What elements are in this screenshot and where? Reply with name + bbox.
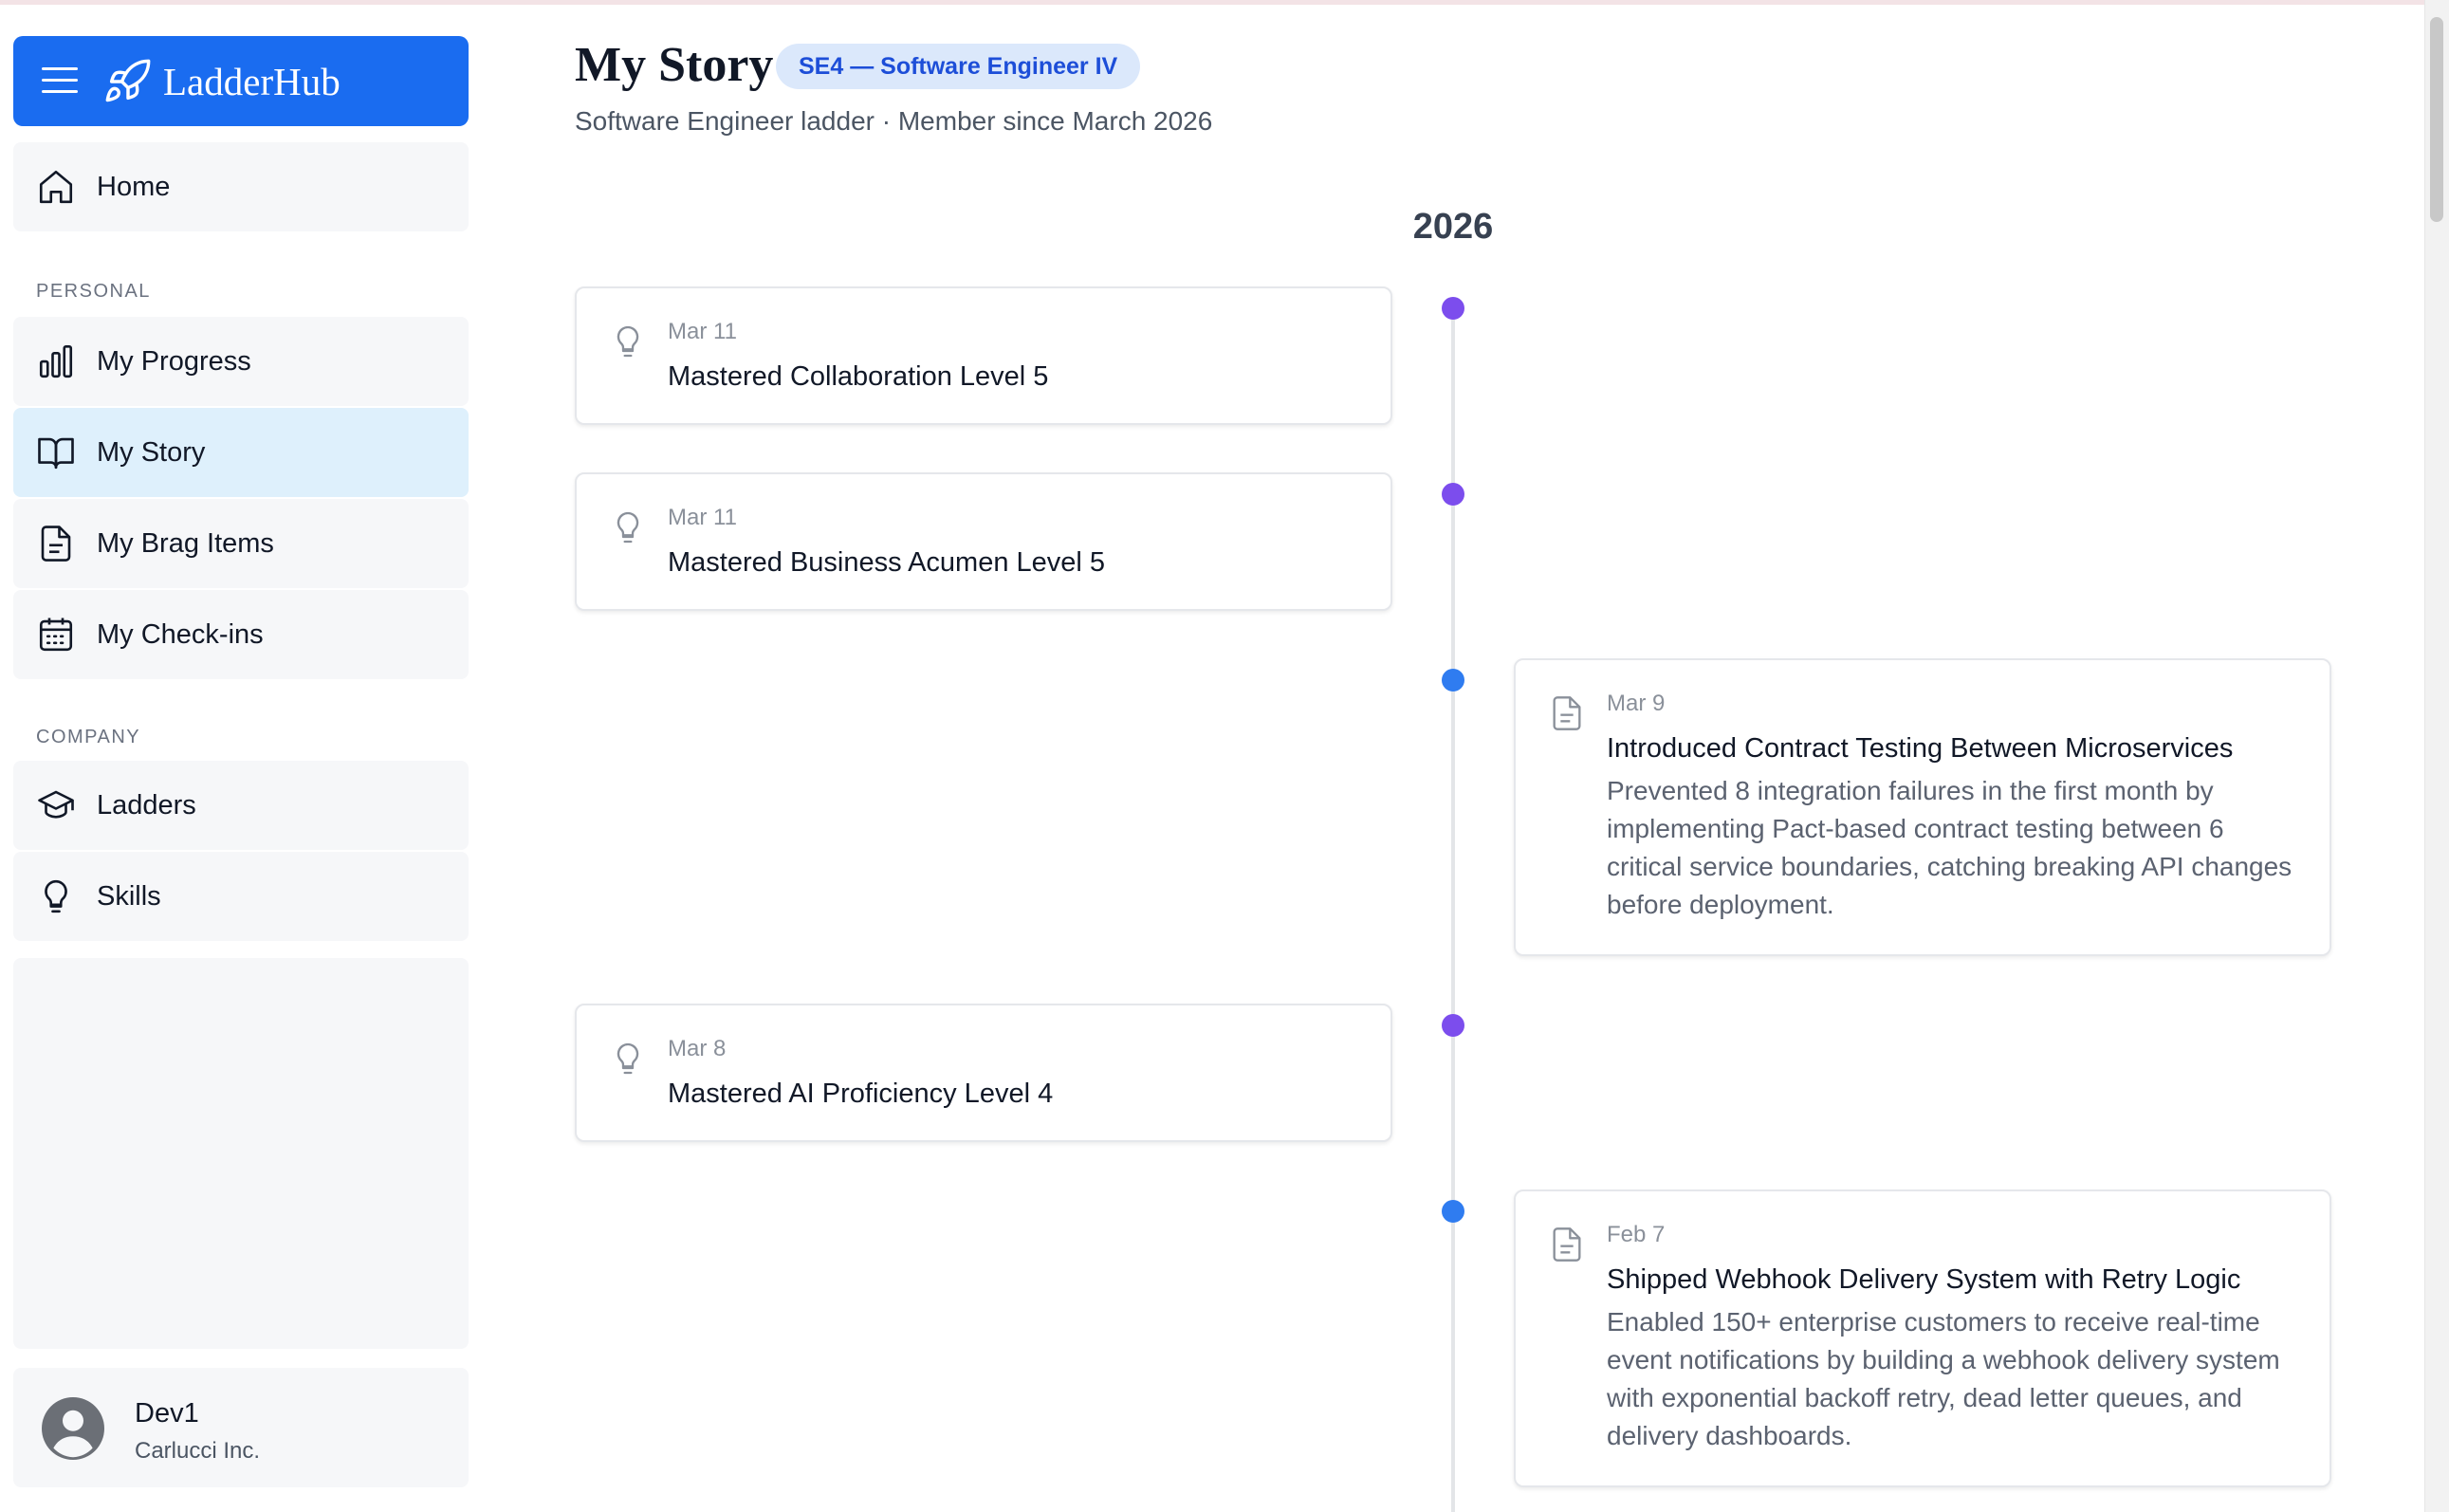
calendar-icon — [39, 618, 73, 652]
scrollbar-thumb[interactable] — [2430, 17, 2443, 222]
timeline-dot-skill — [1442, 1014, 1464, 1037]
sidebar-item-my-check-ins[interactable]: My Check-ins — [13, 590, 469, 679]
section-label-company: COMPANY — [36, 727, 141, 747]
page-title: My Story — [575, 38, 774, 92]
sidebar-item-label: Ladders — [97, 790, 196, 821]
sidebar-spacer — [13, 958, 469, 1349]
sidebar-item-label: Home — [97, 172, 171, 202]
window-top-border — [0, 0, 2449, 5]
timeline-event-card[interactable]: Mar 11 Mastered Business Acumen Level 5 — [575, 472, 1392, 611]
sidebar-item-label: Skills — [97, 881, 161, 912]
event-title: Mastered AI Proficiency Level 4 — [668, 1079, 1054, 1109]
event-title: Introduced Contract Testing Between Micr… — [1607, 733, 2234, 764]
document-icon — [41, 526, 71, 562]
event-title: Mastered Business Acumen Level 5 — [668, 547, 1106, 578]
sidebar-item-skills[interactable]: Skills — [13, 852, 469, 941]
timeline-year-label: 2026 — [1412, 207, 1494, 247]
rocket-logo-icon — [105, 59, 151, 102]
hamburger-menu-icon[interactable] — [42, 67, 78, 96]
event-date: Mar 9 — [1607, 691, 1666, 716]
level-badge: SE4 — Software Engineer IV — [776, 44, 1141, 89]
brand-name[interactable]: LadderHub — [163, 57, 341, 106]
lightbulb-icon — [45, 879, 67, 913]
sidebar-item-my-brag-items[interactable]: My Brag Items — [13, 499, 469, 588]
document-icon — [1553, 1227, 1581, 1262]
timeline-event-card[interactable]: Mar 8 Mastered AI Proficiency Level 4 — [575, 1004, 1392, 1142]
sidebar-item-my-progress[interactable]: My Progress — [13, 317, 469, 406]
user-name: Dev1 — [135, 1398, 199, 1429]
sidebar-item-label: My Check-ins — [97, 619, 264, 650]
home-icon — [39, 170, 73, 204]
timeline-dot-skill — [1442, 483, 1464, 506]
sidebar-item-label: My Progress — [97, 346, 251, 377]
sidebar-item-label: My Story — [97, 437, 206, 468]
event-date: Mar 11 — [668, 319, 737, 344]
user-profile-card[interactable]: Dev1 Carlucci Inc. — [13, 1368, 469, 1487]
graduation-cap-icon — [38, 790, 74, 819]
timeline-event-card[interactable]: Mar 11 Mastered Collaboration Level 5 — [575, 286, 1392, 425]
timeline-dot-brag — [1442, 669, 1464, 691]
page-subtitle: Software Engineer ladder · Member since … — [575, 106, 1213, 136]
document-icon — [1553, 696, 1581, 730]
event-title: Mastered Collaboration Level 5 — [668, 361, 1049, 392]
timeline-dot-skill — [1442, 297, 1464, 320]
scrollbar-track[interactable] — [2424, 0, 2449, 1512]
sidebar-item-label: My Brag Items — [97, 528, 274, 559]
sidebar-item-my-story[interactable]: My Story — [13, 408, 469, 497]
brand-header: LadderHub — [13, 36, 469, 126]
event-date: Mar 8 — [668, 1036, 727, 1061]
event-date: Feb 7 — [1607, 1222, 1666, 1247]
timeline-event-card[interactable]: Feb 7 Shipped Webhook Delivery System wi… — [1514, 1189, 2331, 1487]
event-description: Enabled 150+ enterprise customers to rec… — [1607, 1307, 2280, 1450]
lightbulb-icon — [617, 511, 639, 544]
sidebar-item-ladders[interactable]: Ladders — [13, 761, 469, 850]
lightbulb-icon — [617, 325, 639, 358]
timeline-dot-brag — [1442, 1200, 1464, 1223]
event-date: Mar 11 — [668, 505, 737, 530]
book-icon — [38, 437, 74, 470]
timeline-event-card[interactable]: Mar 9 Introduced Contract Testing Betwee… — [1514, 658, 2331, 956]
sidebar-item-home[interactable]: Home — [13, 142, 469, 231]
event-title: Shipped Webhook Delivery System with Ret… — [1607, 1264, 2241, 1295]
user-avatar-icon — [42, 1397, 104, 1460]
event-description: Prevented 8 integration failures in the … — [1607, 776, 2292, 919]
bar-chart-icon — [39, 344, 73, 378]
lightbulb-icon — [617, 1042, 639, 1075]
section-label-personal: PERSONAL — [36, 281, 151, 302]
user-company: Carlucci Inc. — [135, 1438, 261, 1464]
sidebar: LadderHub Home PERSONAL My Progress My S… — [13, 36, 469, 1497]
